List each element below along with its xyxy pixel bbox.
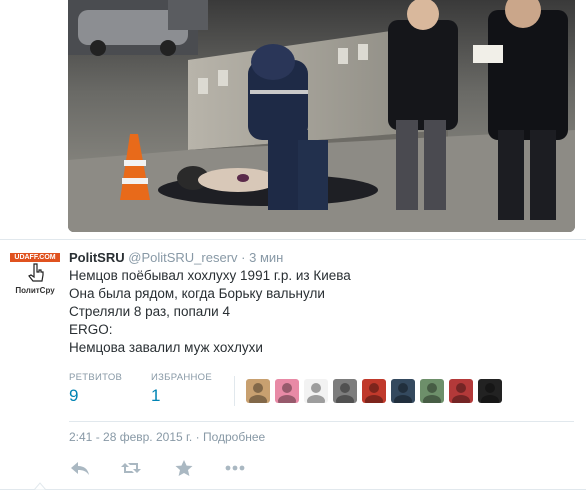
tweet-line: Немцов поёбывал хохлуху 1991 г.р. из Кие… bbox=[69, 268, 351, 283]
favorites-label: ИЗБРАННОЕ bbox=[151, 372, 212, 383]
tweet-text: Немцов поёбывал хохлуху 1991 г.р. из Кие… bbox=[69, 267, 351, 357]
user-avatar-icon[interactable] bbox=[246, 379, 270, 403]
avatar-caption: ПолитСру bbox=[15, 286, 55, 295]
favorites-count[interactable]: 1 bbox=[151, 386, 212, 406]
user-avatar-icon[interactable] bbox=[362, 379, 386, 403]
tweet-header: PolitSRU @PolitSRU_reserv · 3 мин bbox=[69, 250, 283, 265]
retweets-stat[interactable]: РЕТВИТОВ 9 bbox=[69, 372, 122, 406]
retweets-count[interactable]: 9 bbox=[69, 386, 122, 406]
profile-avatar[interactable]: UDAFF.COM ПолитСру bbox=[10, 253, 60, 301]
tweet-datetime[interactable]: 2:41 - 28 февр. 2015 г. bbox=[69, 430, 192, 444]
tweet-time[interactable]: 3 мин bbox=[249, 250, 283, 265]
divider bbox=[0, 239, 586, 240]
user-avatar-icon[interactable] bbox=[478, 379, 502, 403]
header-separator: · bbox=[241, 250, 246, 265]
star-icon[interactable] bbox=[173, 459, 195, 477]
timestamp-separator: · bbox=[195, 430, 200, 444]
details-link[interactable]: Подробнее bbox=[203, 430, 265, 444]
user-avatar-icon[interactable] bbox=[304, 379, 328, 403]
favorites-stat[interactable]: ИЗБРАННОЕ 1 bbox=[151, 372, 212, 406]
display-name[interactable]: PolitSRU bbox=[69, 250, 125, 265]
user-handle[interactable]: @PolitSRU_reserv bbox=[128, 250, 237, 265]
tweet-timestamp-row: 2:41 - 28 февр. 2015 г. · Подробнее bbox=[69, 430, 265, 444]
retweets-label: РЕТВИТОВ bbox=[69, 372, 123, 383]
retweet-icon[interactable] bbox=[120, 459, 142, 477]
photo-night-scene[interactable] bbox=[68, 0, 575, 232]
avatar-banner-text: UDAFF.COM bbox=[14, 254, 56, 261]
user-avatar-icon[interactable] bbox=[420, 379, 444, 403]
tweet-line: Стреляли 8 раз, попали 4 bbox=[69, 304, 230, 319]
tweet-media[interactable] bbox=[0, 0, 586, 240]
user-avatar-icon[interactable] bbox=[391, 379, 415, 403]
user-avatar-icon[interactable] bbox=[275, 379, 299, 403]
user-avatar-icon[interactable] bbox=[449, 379, 473, 403]
user-avatar-icon[interactable] bbox=[333, 379, 357, 403]
pointing-hand-icon bbox=[28, 263, 44, 282]
photo-illustration bbox=[68, 0, 575, 232]
tweet-bottom-border bbox=[0, 489, 586, 490]
more-icon[interactable] bbox=[224, 459, 246, 477]
stats-divider bbox=[234, 376, 235, 406]
tweet-line: ERGO: bbox=[69, 322, 113, 337]
reply-icon[interactable] bbox=[69, 459, 91, 477]
tweet-line: Она была рядом, когда Борьку вальнули bbox=[69, 286, 325, 301]
divider bbox=[69, 421, 574, 422]
caret-up-icon bbox=[34, 482, 46, 490]
tweet-line: Немцова завалил муж хохлухи bbox=[69, 340, 263, 355]
avatar-banner: UDAFF.COM bbox=[10, 253, 60, 262]
